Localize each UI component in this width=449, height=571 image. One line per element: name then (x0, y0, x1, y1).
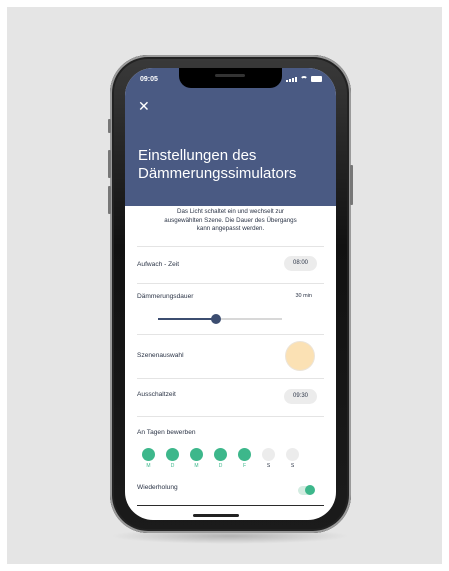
dawn-duration-row: Dämmerungsdauer 30 min (137, 290, 324, 330)
home-indicator[interactable] (193, 514, 239, 517)
divider (137, 283, 324, 284)
day-label: S (266, 463, 271, 469)
day-dot (190, 448, 203, 461)
volume-up-button (108, 150, 111, 178)
day-label: M (146, 463, 151, 469)
screen-content: Das Licht schaltet ein und wechselt zur … (125, 68, 336, 520)
off-time-label: Ausschaltzeit (137, 391, 176, 398)
toggle-knob (305, 485, 315, 495)
off-time-value[interactable]: 09:30 (284, 389, 317, 404)
repeat-label: Wiederholung (137, 484, 178, 491)
day-dot (214, 448, 227, 461)
wake-time-value[interactable]: 08:00 (284, 256, 317, 271)
day-label: F (242, 463, 247, 469)
day-toggle[interactable]: M (190, 448, 204, 469)
day-label: S (290, 463, 295, 469)
day-dot (166, 448, 179, 461)
description-line3: kann angepasst werden. (196, 225, 265, 232)
day-label: D (170, 463, 175, 469)
days-label: An Tagen bewerben (137, 429, 196, 436)
day-dot (238, 448, 251, 461)
day-dot (286, 448, 299, 461)
day-toggle[interactable]: F (238, 448, 252, 469)
dawn-duration-label: Dämmerungsdauer (137, 293, 194, 300)
days-selector: MDMDFSS (142, 448, 322, 472)
divider (137, 334, 324, 335)
divider (137, 416, 324, 417)
day-toggle[interactable]: M (142, 448, 156, 469)
day-toggle[interactable]: S (286, 448, 300, 469)
off-time-row[interactable]: Ausschaltzeit 09:30 (137, 385, 324, 407)
repeat-toggle[interactable] (298, 485, 315, 495)
day-toggle[interactable]: D (166, 448, 180, 469)
divider (137, 246, 324, 247)
scene-swatch[interactable] (286, 342, 314, 370)
day-toggle[interactable]: S (262, 448, 276, 469)
day-label: D (218, 463, 223, 469)
wake-time-row[interactable]: Aufwach - Zeit 08:00 (137, 254, 324, 276)
day-toggle[interactable]: D (214, 448, 228, 469)
bottom-divider (137, 505, 324, 506)
mute-switch (108, 119, 111, 133)
dawn-duration-value: 30 min (295, 293, 312, 299)
day-dot (262, 448, 275, 461)
scene-label: Szenenauswahl (137, 352, 184, 359)
day-dot (142, 448, 155, 461)
wake-time-label: Aufwach - Zeit (137, 261, 180, 268)
description-line2: ausgewählten Szene. Die Dauer des Überga… (164, 216, 297, 224)
description: Das Licht schaltet ein und wechselt zur … (131, 208, 330, 234)
description-line1: Das Licht schaltet ein und wechselt zur (177, 208, 284, 215)
duration-slider-fill (158, 318, 217, 320)
divider (137, 378, 324, 379)
day-label: M (194, 463, 199, 469)
power-button (350, 165, 353, 205)
volume-down-button (108, 186, 111, 214)
